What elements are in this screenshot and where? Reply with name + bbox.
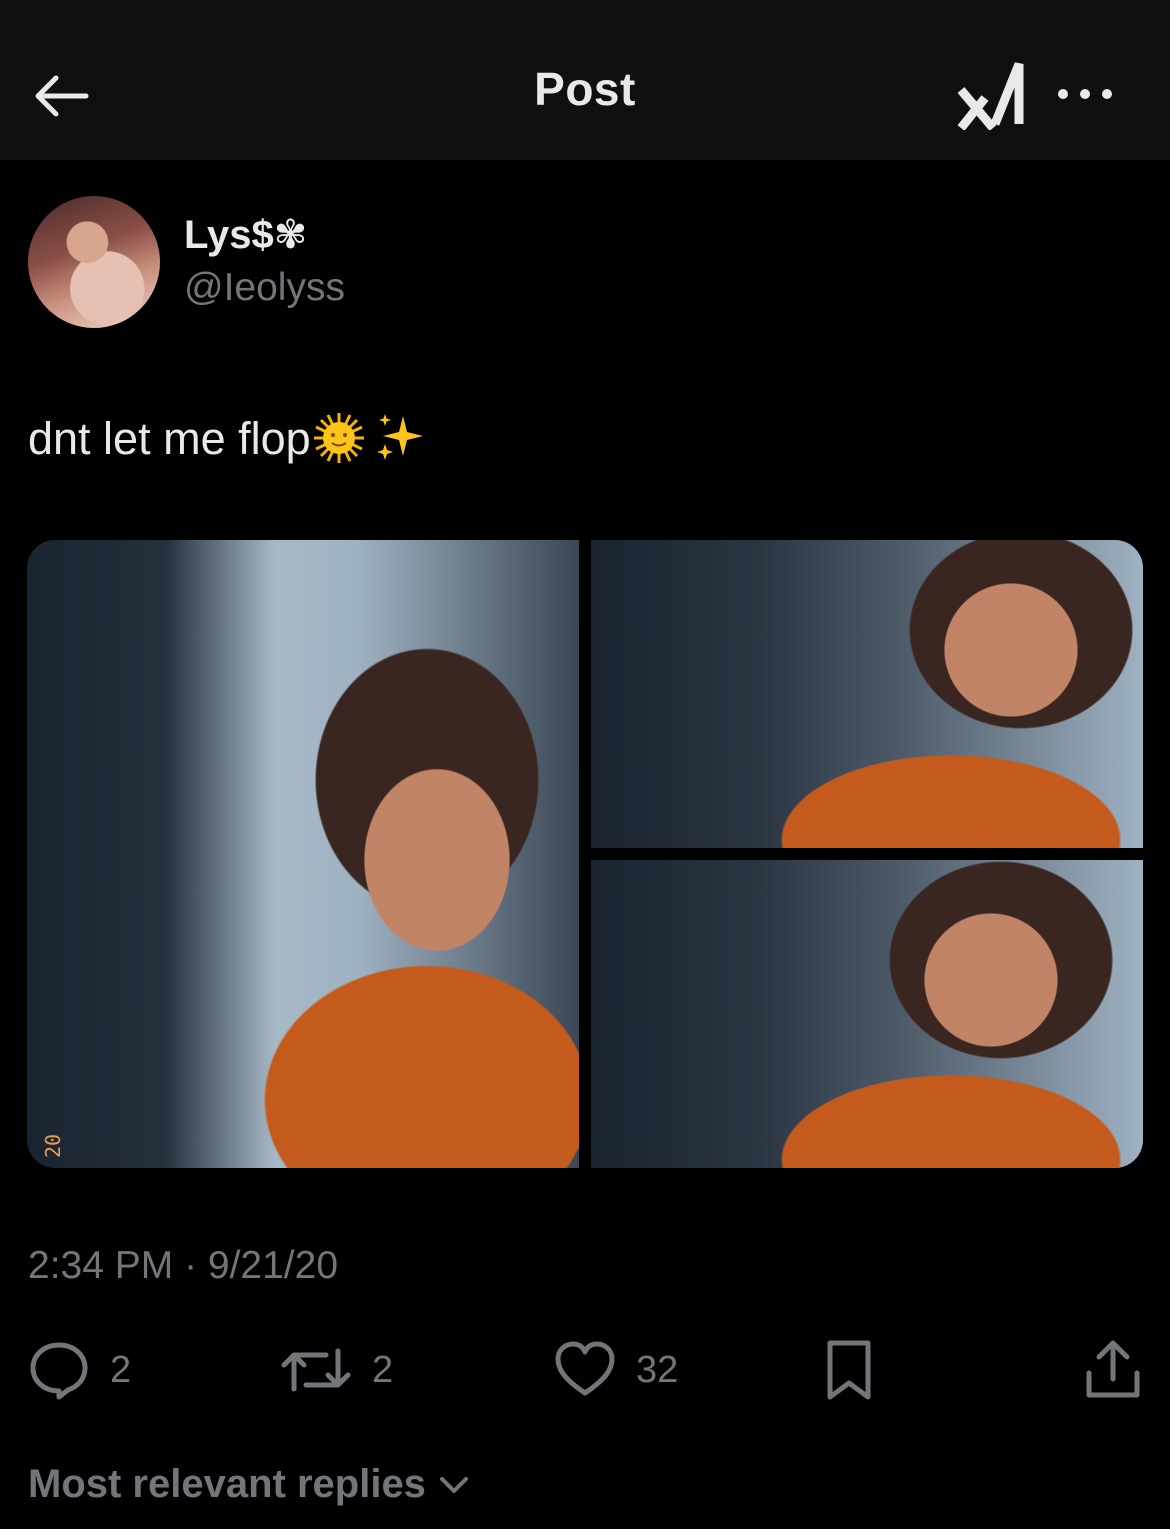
like-button[interactable]: 32 bbox=[554, 1330, 678, 1410]
top-bar: Post bbox=[0, 0, 1170, 160]
more-options-icon[interactable] bbox=[1055, 82, 1115, 106]
sun-with-face-icon bbox=[313, 412, 365, 464]
author-display-name[interactable]: Lys$✾ bbox=[184, 212, 307, 258]
share-button[interactable] bbox=[1082, 1330, 1144, 1410]
post-text-body: dnt let me flop bbox=[28, 413, 311, 464]
sparkles-icon bbox=[373, 410, 429, 466]
photo-caption: 20 bbox=[41, 1133, 65, 1158]
post-timestamp: 2:34 PM · 9/21/20 bbox=[28, 1244, 339, 1287]
like-count: 32 bbox=[636, 1348, 679, 1391]
avatar[interactable] bbox=[28, 196, 160, 328]
reply-icon bbox=[30, 1342, 88, 1400]
bookmark-icon bbox=[827, 1340, 871, 1400]
post-media-grid: 20 bbox=[27, 540, 1143, 1168]
heart-icon bbox=[555, 1341, 615, 1396]
share-icon bbox=[1086, 1340, 1140, 1398]
post-text: dnt let me flop bbox=[28, 410, 429, 466]
post-photo-3[interactable] bbox=[591, 860, 1143, 1168]
post-photo-1[interactable]: 20 bbox=[27, 540, 579, 1168]
reply-count: 2 bbox=[110, 1348, 132, 1391]
post-photo-2[interactable] bbox=[591, 540, 1143, 848]
reply-button[interactable]: 2 bbox=[28, 1330, 131, 1410]
repost-icon bbox=[281, 1348, 351, 1392]
repost-button[interactable]: 2 bbox=[280, 1330, 393, 1410]
grok-icon[interactable] bbox=[955, 58, 1027, 131]
replies-sort-toggle[interactable]: Most relevant replies bbox=[28, 1462, 472, 1507]
action-bar: 2 2 32 bbox=[0, 1330, 1170, 1410]
replies-sort-label: Most relevant replies bbox=[28, 1462, 426, 1506]
bookmark-button[interactable] bbox=[818, 1330, 880, 1410]
author-handle[interactable]: @Ieolyss bbox=[184, 266, 345, 310]
chevron-down-icon bbox=[439, 1476, 468, 1493]
repost-count: 2 bbox=[372, 1348, 394, 1391]
